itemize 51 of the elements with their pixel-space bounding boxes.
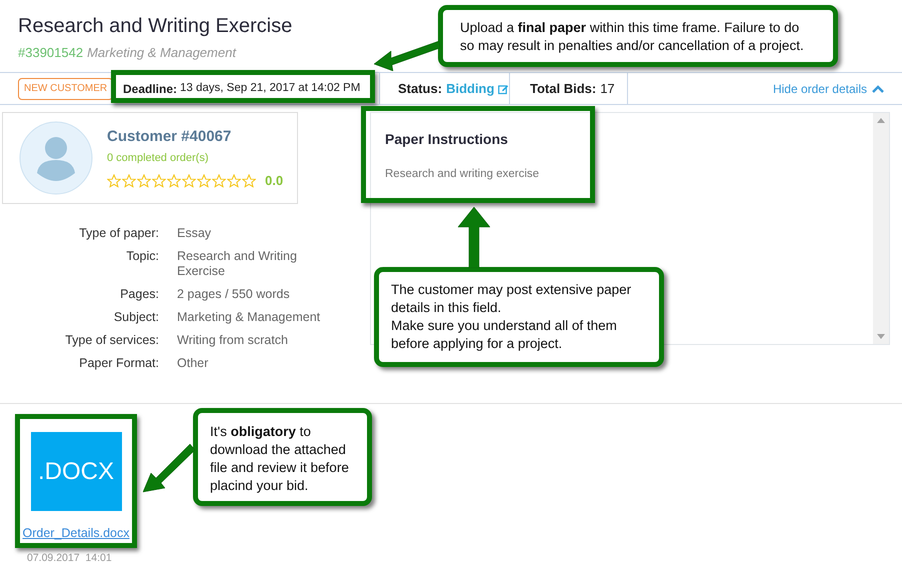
detail-label: Type of paper: [78, 226, 159, 241]
callout-note: It's obligatory to download the attached file and review it before placind your bid. [193, 408, 372, 506]
detail-label: Type of services: [64, 333, 159, 348]
callout-note: The customer may post extensive paper details in this field. Make sure you understand all of them before applying for a project. [374, 267, 664, 367]
star-icon [227, 174, 241, 188]
detail-label: Topic: [125, 249, 159, 265]
star-icon [137, 174, 151, 188]
detail-label: Subject: [112, 310, 159, 325]
callout-arrow [143, 444, 195, 493]
detail-value: Research and Writing Exercise [177, 249, 298, 279]
scroll-up-icon[interactable] [877, 118, 885, 123]
star-icon [122, 174, 136, 188]
customer-name[interactable]: Customer #40067 [107, 126, 284, 148]
completed-orders: 0 completed order(s) [107, 151, 210, 166]
page-title: Research and Writing Exercise [18, 14, 292, 38]
detail-value: 2 pages / 550 words [177, 287, 291, 302]
instructions-text: Research and writing exercise [385, 167, 540, 182]
star-icon [182, 174, 196, 188]
file-link[interactable]: Order_Details.docx [22, 524, 130, 543]
detail-label: Pages: [119, 287, 159, 302]
docx-file-icon[interactable]: .DOCX [30, 432, 122, 512]
scrollbar[interactable] [873, 113, 889, 344]
callout-arrow [457, 207, 491, 268]
status-value: Bidding [446, 80, 494, 98]
detail-value: Writing from scratch [177, 333, 289, 348]
star-icon [242, 174, 256, 188]
upload-date: 07.09.2017 14:01 [27, 551, 113, 566]
total-bids-label: Total Bids: [530, 80, 596, 98]
detail-value: Marketing & Management [177, 310, 322, 325]
order-category: Marketing & Management [87, 44, 236, 62]
star-icon [212, 174, 226, 188]
customer-badge: NEW CUSTOMER [18, 78, 114, 100]
instructions-title: Paper Instructions [385, 130, 509, 149]
total-bids-value: 17 [600, 80, 615, 98]
chevron-up-icon [872, 84, 884, 92]
deadline-value: 13 days, Sep 21, 2017 at 14:02 PM [180, 80, 360, 96]
deadline-label: Deadline: [123, 80, 178, 98]
avatar-icon [19, 121, 93, 195]
detail-label: Paper Format: [78, 356, 159, 371]
status-label: Status: [398, 80, 442, 98]
star-icon [197, 174, 211, 188]
rating-value: 0.0 [265, 172, 284, 190]
star-icon [152, 174, 166, 188]
callout-note: Upload a final paper within this time frame. Failure to do so may result in penalties and/or cancellation of a project. [438, 5, 838, 67]
scroll-down-icon[interactable] [877, 334, 885, 339]
hide-details-link[interactable]: Hide order details [772, 80, 884, 98]
detail-value: Other [177, 356, 210, 371]
star-icon [107, 174, 121, 188]
detail-value: Essay [177, 226, 212, 241]
star-icon [167, 174, 181, 188]
order-number: #33901542 [18, 44, 84, 62]
